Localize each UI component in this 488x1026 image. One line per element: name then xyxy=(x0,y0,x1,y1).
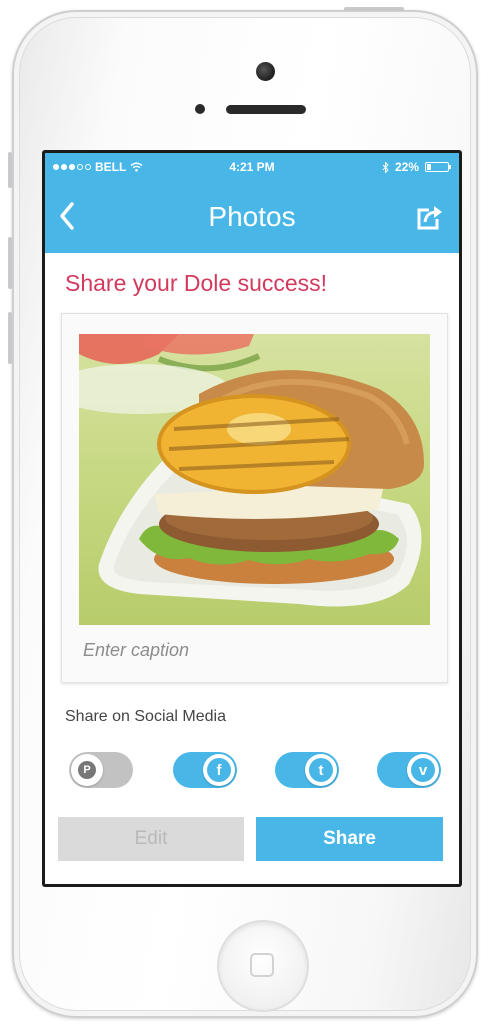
battery-icon xyxy=(425,162,451,172)
mute-switch xyxy=(8,152,12,188)
battery-percent: 22% xyxy=(394,160,419,174)
status-bar: BELL 4:21 PM 22% xyxy=(45,153,459,181)
volume-down-button xyxy=(8,312,12,364)
vine-toggle[interactable]: v xyxy=(377,752,441,788)
status-right: 22% xyxy=(382,160,451,174)
toggle-knob: v xyxy=(407,754,439,786)
toggle-knob: t xyxy=(305,754,337,786)
bluetooth-icon xyxy=(382,161,389,173)
home-square-icon xyxy=(250,953,274,977)
battery-fill xyxy=(427,164,431,170)
pinterest-icon: P xyxy=(78,761,96,779)
headline: Share your Dole success! xyxy=(65,270,328,296)
burger-image xyxy=(79,334,424,607)
earpiece-speaker xyxy=(226,105,306,114)
caption-input[interactable]: Enter caption xyxy=(83,640,189,661)
vine-icon: v xyxy=(411,758,435,782)
facebook-toggle[interactable]: f xyxy=(173,752,237,788)
share-icon[interactable] xyxy=(415,203,445,231)
burger-photo[interactable] xyxy=(79,334,430,625)
facebook-icon: f xyxy=(207,758,231,782)
home-button[interactable] xyxy=(219,922,307,1010)
social-label: Share on Social Media xyxy=(65,708,226,725)
twitter-icon: t xyxy=(309,758,333,782)
proximity-sensor xyxy=(195,104,205,114)
screen: BELL 4:21 PM 22% Photos Share your Dole … xyxy=(42,150,462,887)
page-title: Photos xyxy=(208,201,296,232)
twitter-toggle[interactable]: t xyxy=(275,752,339,788)
volume-up-button xyxy=(8,237,12,289)
photo-card: Enter caption xyxy=(61,313,448,683)
share-button[interactable]: Share xyxy=(256,817,443,861)
front-camera xyxy=(256,62,275,81)
toggle-knob: f xyxy=(203,754,235,786)
power-button xyxy=(344,7,404,11)
app-screen: BELL 4:21 PM 22% Photos Share your Dole … xyxy=(45,153,459,884)
toggle-knob: P xyxy=(71,754,103,786)
nav-bar: Photos xyxy=(45,181,459,253)
pinterest-toggle[interactable]: P xyxy=(69,752,133,788)
edit-button[interactable]: Edit xyxy=(58,817,244,861)
